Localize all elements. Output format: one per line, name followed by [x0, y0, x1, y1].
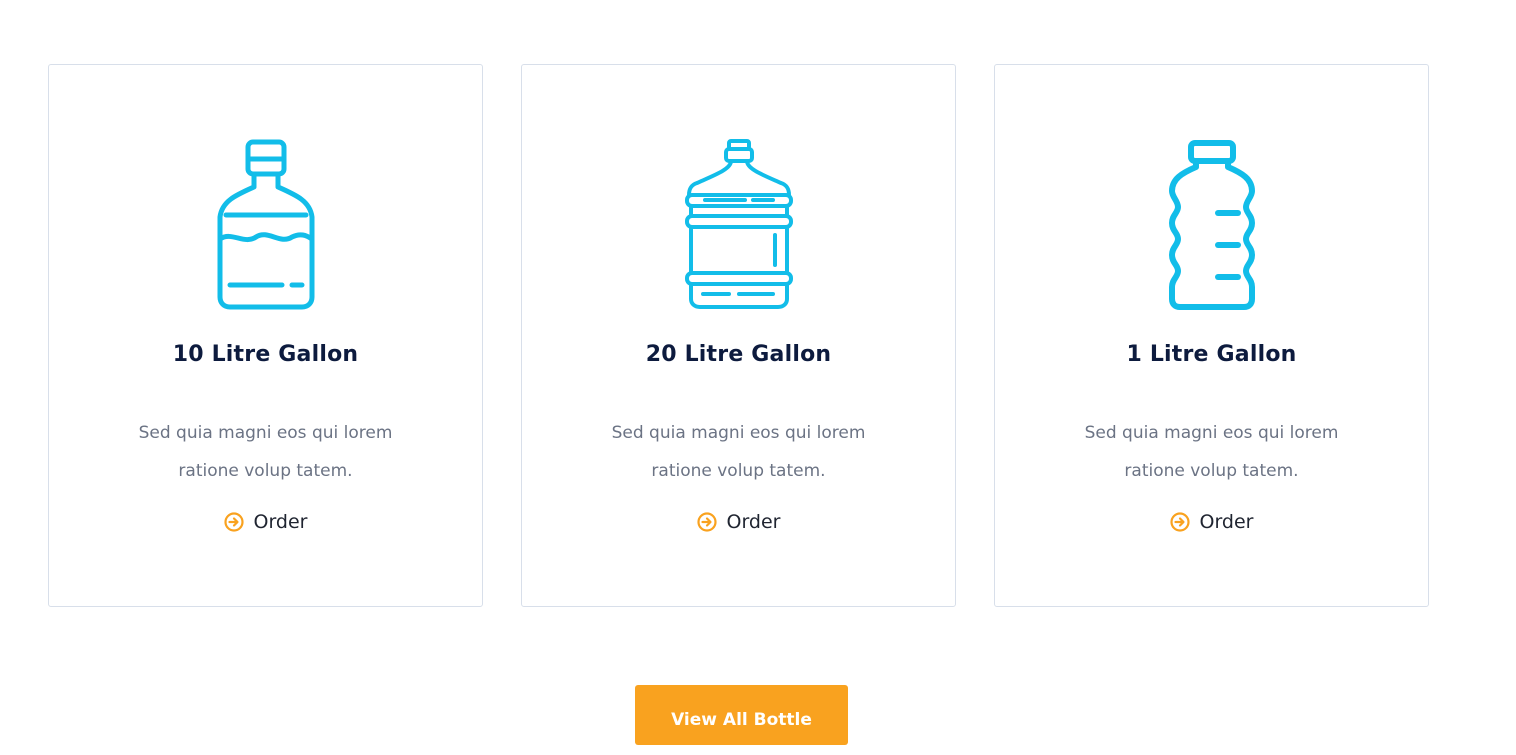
product-card: 20 Litre Gallon Sed quia magni eos qui l… — [521, 64, 956, 607]
product-description: Sed quia magni eos qui lorem ratione vol… — [138, 423, 393, 481]
product-title: 20 Litre Gallon — [645, 342, 832, 367]
order-link[interactable]: Order — [995, 511, 1428, 533]
order-label: Order — [1199, 511, 1254, 533]
product-description: Sed quia magni eos qui lorem ratione vol… — [1084, 423, 1339, 481]
bottle-icon — [49, 139, 482, 311]
arrow-circle-right-icon — [223, 512, 244, 532]
product-card: 1 Litre Gallon Sed quia magni eos qui lo… — [994, 64, 1429, 607]
view-all-bottle-button[interactable]: View All Bottle — [635, 685, 848, 745]
product-title: 10 Litre Gallon — [172, 342, 359, 367]
order-link[interactable]: Order — [49, 511, 482, 533]
product-title: 1 Litre Gallon — [1126, 342, 1297, 367]
product-card: 10 Litre Gallon Sed quia magni eos qui l… — [48, 64, 483, 607]
order-label: Order — [253, 511, 308, 533]
arrow-circle-right-icon — [696, 512, 717, 532]
plastic-bottle-icon — [995, 139, 1428, 311]
order-link[interactable]: Order — [522, 511, 955, 533]
arrow-circle-right-icon — [1169, 512, 1190, 532]
product-list: 10 Litre Gallon Sed quia magni eos qui l… — [48, 64, 1429, 607]
order-label: Order — [726, 511, 781, 533]
product-description: Sed quia magni eos qui lorem ratione vol… — [611, 423, 866, 481]
water-jug-icon — [522, 139, 955, 311]
